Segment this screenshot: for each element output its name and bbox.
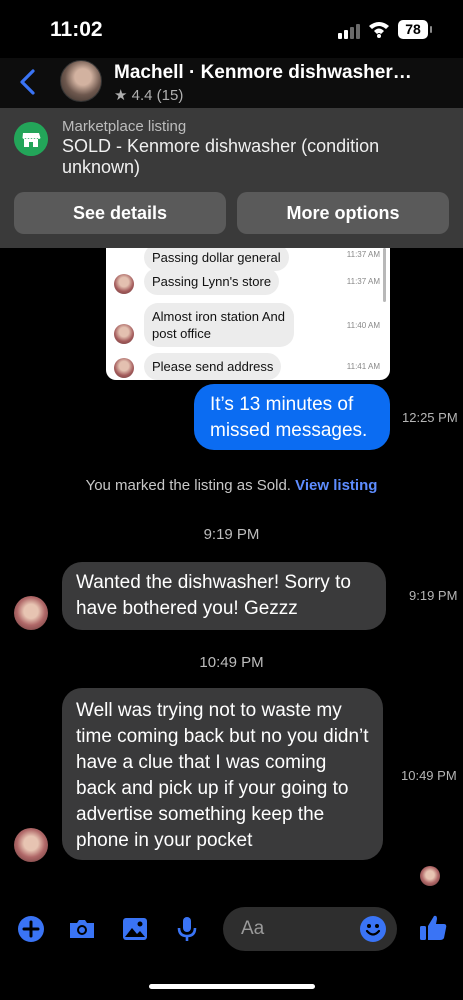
incoming-message-bubble[interactable]: Wanted the dishwasher! Sorry to have bot… (62, 562, 386, 630)
view-listing-link[interactable]: View listing (295, 477, 377, 494)
screenshot-avatar (114, 274, 134, 294)
read-receipt-avatar (420, 866, 440, 886)
sender-avatar[interactable] (14, 596, 48, 630)
screenshot-avatar (114, 324, 134, 344)
screenshot-scrollbar (383, 248, 386, 302)
system-message-text: You marked the listing as Sold. (85, 477, 291, 494)
seller-rating: ★ 4.4 (15) (114, 87, 184, 104)
chat-title[interactable]: Machell · Kenmore dishwasher… (114, 62, 434, 84)
screenshot-message-bubble: Please send address (144, 353, 282, 380)
status-time: 11:02 (50, 18, 103, 41)
screenshot-message-time: 11:37 AM (346, 250, 380, 259)
listing-title: SOLD - Kenmore dishwasher (condition unk… (62, 136, 380, 177)
message-composer: Aa (0, 900, 463, 960)
more-options-button[interactable]: More options (237, 192, 449, 234)
time-divider: 9:19 PM (203, 526, 260, 543)
thumbs-up-icon[interactable] (417, 912, 449, 944)
screenshot-message-time: 11:41 AM (346, 362, 380, 371)
screenshot-message-bubble: Passing Lynn's store (144, 268, 280, 295)
see-details-button[interactable]: See details (14, 192, 226, 234)
marketplace-listing-banner: Marketplace listing SOLD - Kenmore dishw… (0, 108, 463, 248)
battery-icon: 78 (398, 20, 432, 39)
message-timestamp: 9:19 PM (409, 588, 458, 603)
microphone-icon[interactable] (172, 914, 202, 944)
system-message: You marked the listing as Sold. View lis… (0, 477, 463, 494)
camera-icon[interactable] (67, 914, 97, 944)
message-input[interactable]: Aa (223, 907, 397, 951)
cellular-signal-icon (338, 24, 360, 39)
screenshot-avatar (114, 358, 134, 378)
sender-avatar[interactable] (14, 828, 48, 862)
screenshot-message-time: 11:37 AM (346, 277, 380, 286)
back-arrow-icon[interactable] (16, 66, 40, 98)
home-indicator[interactable] (149, 984, 315, 989)
plus-icon[interactable] (16, 914, 46, 944)
status-bar: 11:02 78 (0, 0, 463, 58)
emoji-icon[interactable] (359, 915, 387, 943)
incoming-message-bubble[interactable]: Well was trying not to waste my time com… (62, 688, 383, 860)
wifi-icon (369, 22, 389, 38)
screenshot-message-time: 11:40 AM (346, 321, 380, 330)
gallery-icon[interactable] (120, 914, 150, 944)
time-divider: 10:49 PM (199, 654, 264, 671)
message-timestamp: 12:25 PM (402, 410, 458, 425)
message-timestamp: 10:49 PM (401, 768, 457, 783)
store-icon (14, 122, 48, 156)
outgoing-message-bubble[interactable]: It’s 13 minutes of missed messages. (194, 384, 390, 450)
chat-header: Machell · Kenmore dishwasher… ★ 4.4 (15) (0, 58, 463, 108)
screenshot-message-bubble: Almost iron station And post office (144, 303, 294, 347)
message-input-placeholder: Aa (241, 918, 265, 939)
attached-screenshot-image[interactable]: Passing dollar general 11:37 AM Passing … (106, 248, 390, 380)
listing-label: Marketplace listing (62, 118, 187, 135)
contact-avatar[interactable] (60, 60, 102, 102)
